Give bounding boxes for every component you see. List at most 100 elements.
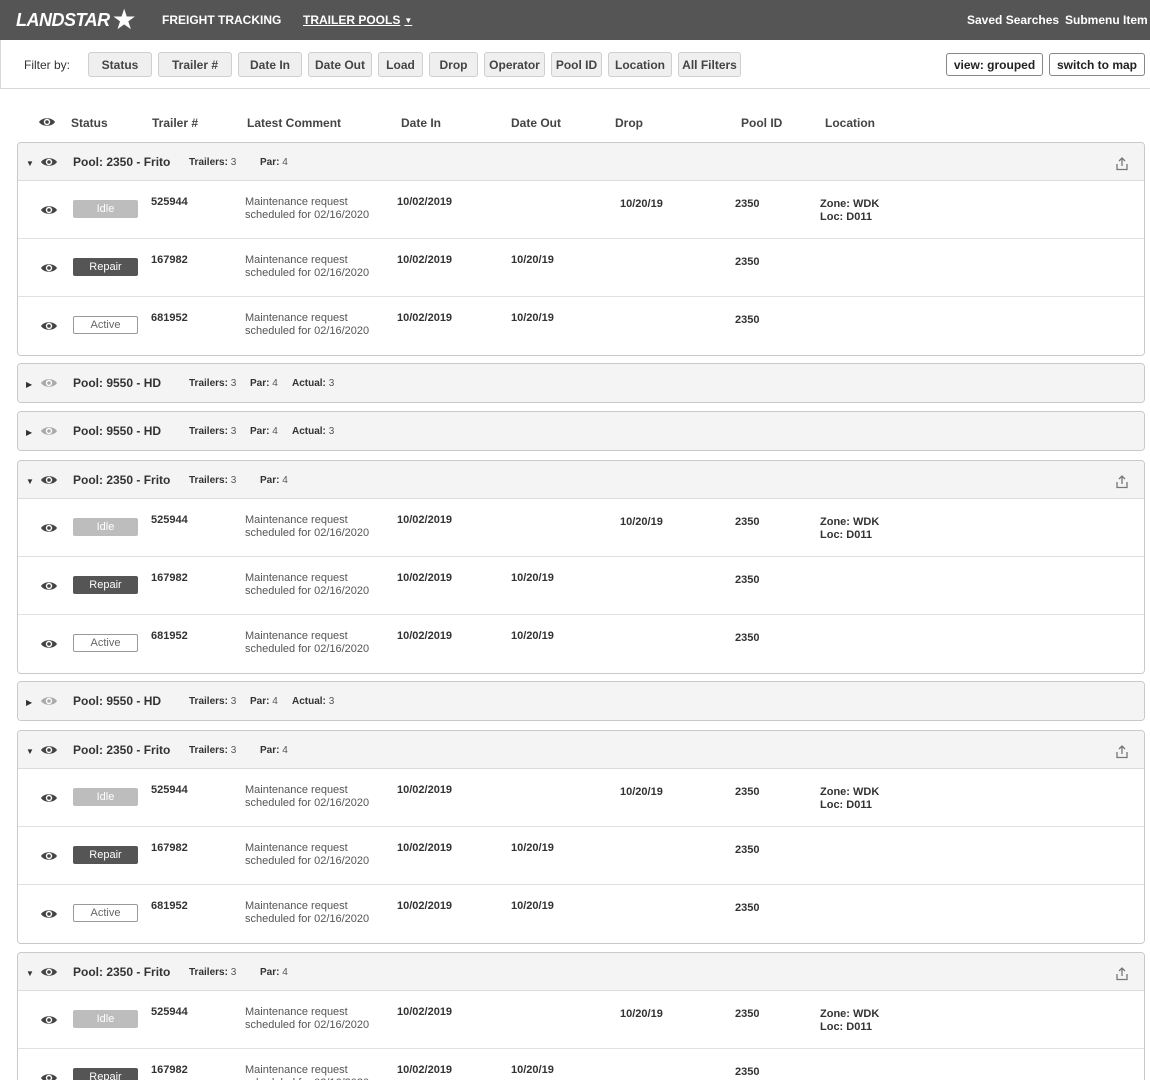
col-status[interactable]: Status — [71, 116, 108, 130]
table-row[interactable]: Idle 525944 Maintenance request scheduled f… — [18, 181, 1144, 239]
eye-icon[interactable] — [40, 638, 58, 650]
caret-down-icon[interactable]: ▼ — [26, 159, 34, 168]
eye-icon[interactable] — [40, 966, 58, 978]
pool-name: Pool: 2350 - Frito — [73, 155, 171, 169]
trailer-number[interactable]: 681952 — [151, 900, 188, 912]
table-row[interactable]: Repair 167982 Maintenance requestscheduled… — [18, 1049, 1144, 1080]
trailer-number[interactable]: 681952 — [151, 630, 188, 642]
comment-line: scheduled for 02/16/2020 — [245, 1019, 370, 1031]
share-icon[interactable] — [1115, 156, 1129, 171]
pool-header[interactable]: ▶ Pool: 9550 - HD Trailers: 3 Par: 4 Actual:… — [18, 682, 1144, 720]
eye-icon[interactable] — [40, 425, 58, 437]
share-icon[interactable] — [1115, 744, 1129, 759]
view-grouped-button[interactable]: view: grouped — [946, 53, 1043, 76]
pool-header[interactable]: ▼ Pool: 2350 - Frito Trailers: 3 Par: 4 — [18, 461, 1144, 499]
eye-icon[interactable] — [40, 1072, 58, 1080]
table-row[interactable]: Idle 525944 Maintenance request scheduled f… — [18, 499, 1144, 557]
trailer-number[interactable]: 167982 — [151, 1064, 188, 1076]
eye-icon[interactable] — [40, 744, 58, 756]
filter-status-button[interactable]: Status — [88, 52, 152, 77]
par-value: 4 — [272, 426, 278, 437]
col-date-in[interactable]: Date In — [401, 116, 441, 130]
pool-header[interactable]: ▼ Pool: 2350 - Frito Trailers: 3 Par: 4 — [18, 143, 1144, 181]
eye-icon[interactable] — [40, 156, 58, 168]
pool-header[interactable]: ▶ Pool: 9550 - HD Trailers: 3 Par: 4 Actual:… — [18, 412, 1144, 450]
caret-right-icon[interactable]: ▶ — [26, 698, 32, 707]
pool-header[interactable]: ▼ Pool: 2350 - Frito Trailers: 3 Par: 4 — [18, 953, 1144, 991]
eye-icon[interactable] — [38, 116, 56, 128]
caret-right-icon[interactable]: ▶ — [26, 380, 32, 389]
eye-icon[interactable] — [40, 522, 58, 534]
table-row[interactable]: Repair 167982 Maintenance requestscheduled… — [18, 827, 1144, 885]
trailer-number[interactable]: 525944 — [151, 784, 188, 796]
pool-id: 2350 — [735, 902, 760, 914]
caret-right-icon[interactable]: ▶ — [26, 428, 32, 437]
filter-drop-button[interactable]: Drop — [429, 52, 478, 77]
caret-down-icon[interactable]: ▼ — [26, 477, 34, 486]
filter-pool-id-button[interactable]: Pool ID — [551, 52, 602, 77]
eye-icon[interactable] — [40, 1014, 58, 1026]
nav-submenu-item[interactable]: Submenu Item — [1065, 13, 1148, 27]
pool-par: Par: 4 — [250, 426, 278, 437]
eye-icon[interactable] — [40, 580, 58, 592]
eye-icon[interactable] — [40, 474, 58, 486]
caret-down-icon[interactable]: ▼ — [26, 969, 34, 978]
date-in: 10/02/2019 — [397, 196, 453, 208]
trailer-number[interactable]: 681952 — [151, 312, 188, 324]
eye-icon[interactable] — [40, 792, 58, 804]
filter-date-in-button[interactable]: Date In — [238, 52, 302, 77]
trailers-value: 3 — [230, 967, 237, 978]
trailer-number[interactable]: 525944 — [151, 196, 188, 208]
trailers-value: 3 — [230, 745, 237, 756]
col-location[interactable]: Location — [825, 116, 875, 130]
table-row[interactable]: Active 681952 Maintenance request scheduled… — [18, 885, 1144, 943]
col-drop[interactable]: Drop — [615, 116, 643, 130]
latest-comment: Maintenance requestscheduled for 02/16/2… — [245, 1006, 375, 1032]
trailer-number[interactable]: 525944 — [151, 514, 188, 526]
share-icon[interactable] — [1115, 966, 1129, 981]
eye-icon[interactable] — [40, 377, 58, 389]
nav-freight-tracking[interactable]: FREIGHT TRACKING — [162, 13, 281, 27]
eye-icon[interactable] — [40, 850, 58, 862]
col-latest-comment[interactable]: Latest Comment — [247, 116, 341, 130]
table-row[interactable]: Idle 525944 Maintenance request scheduled f… — [18, 769, 1144, 827]
trailer-number[interactable]: 167982 — [151, 254, 188, 266]
pool-header[interactable]: ▼ Pool: 2350 - Frito Trailers: 3 Par: 4 — [18, 731, 1144, 769]
table-row[interactable]: Repair 167982 Maintenance requestscheduled… — [18, 239, 1144, 297]
switch-to-map-button[interactable]: switch to map — [1049, 53, 1145, 76]
landstar-logo[interactable]: LANDSTAR ★ — [16, 5, 137, 35]
caret-down-icon: ▼ — [404, 16, 413, 25]
filter-date-out-button[interactable]: Date Out — [308, 52, 372, 77]
caret-down-icon[interactable]: ▼ — [26, 747, 34, 756]
trailer-number[interactable]: 525944 — [151, 1006, 188, 1018]
pool-group: ▼ Pool: 2350 - Frito Trailers: 3 Par: 4 Idle… — [17, 730, 1145, 944]
eye-icon[interactable] — [40, 262, 58, 274]
col-trailer[interactable]: Trailer # — [152, 116, 198, 130]
nav-trailer-pools[interactable]: TRAILER POOLS ▼ — [303, 13, 412, 27]
comment-line: scheduled for 02/16/2020 — [245, 797, 370, 809]
comment-line: Maintenance request — [245, 196, 348, 208]
filter-load-button[interactable]: Load — [378, 52, 423, 77]
share-icon[interactable] — [1115, 474, 1129, 489]
table-row[interactable]: Active 681952 Maintenance request scheduled… — [18, 297, 1144, 355]
eye-icon[interactable] — [40, 908, 58, 920]
filter-operator-button[interactable]: Operator — [484, 52, 545, 77]
eye-icon[interactable] — [40, 695, 58, 707]
col-date-out[interactable]: Date Out — [511, 116, 561, 130]
trailer-number[interactable]: 167982 — [151, 842, 188, 854]
comment-line: Maintenance request — [245, 254, 348, 266]
col-pool-id[interactable]: Pool ID — [741, 116, 782, 130]
pool-header[interactable]: ▶ Pool: 9550 - HD Trailers: 3 Par: 4 Actual:… — [18, 364, 1144, 402]
filter-location-button[interactable]: Location — [608, 52, 672, 77]
table-row[interactable]: Idle 525944 Maintenance request scheduled f… — [18, 991, 1144, 1049]
trailer-number[interactable]: 167982 — [151, 572, 188, 584]
table-row[interactable]: Repair 167982 Maintenance requestscheduled… — [18, 557, 1144, 615]
date-in: 10/02/2019 — [397, 630, 453, 642]
filter-trailer-button[interactable]: Trailer # — [158, 52, 232, 77]
table-row[interactable]: Active 681952 Maintenance request scheduled… — [18, 615, 1144, 673]
trailers-label: Trailers: — [189, 967, 228, 978]
eye-icon[interactable] — [40, 204, 58, 216]
nav-saved-searches[interactable]: Saved Searches — [967, 13, 1059, 27]
all-filters-button[interactable]: All Filters — [678, 52, 741, 77]
eye-icon[interactable] — [40, 320, 58, 332]
